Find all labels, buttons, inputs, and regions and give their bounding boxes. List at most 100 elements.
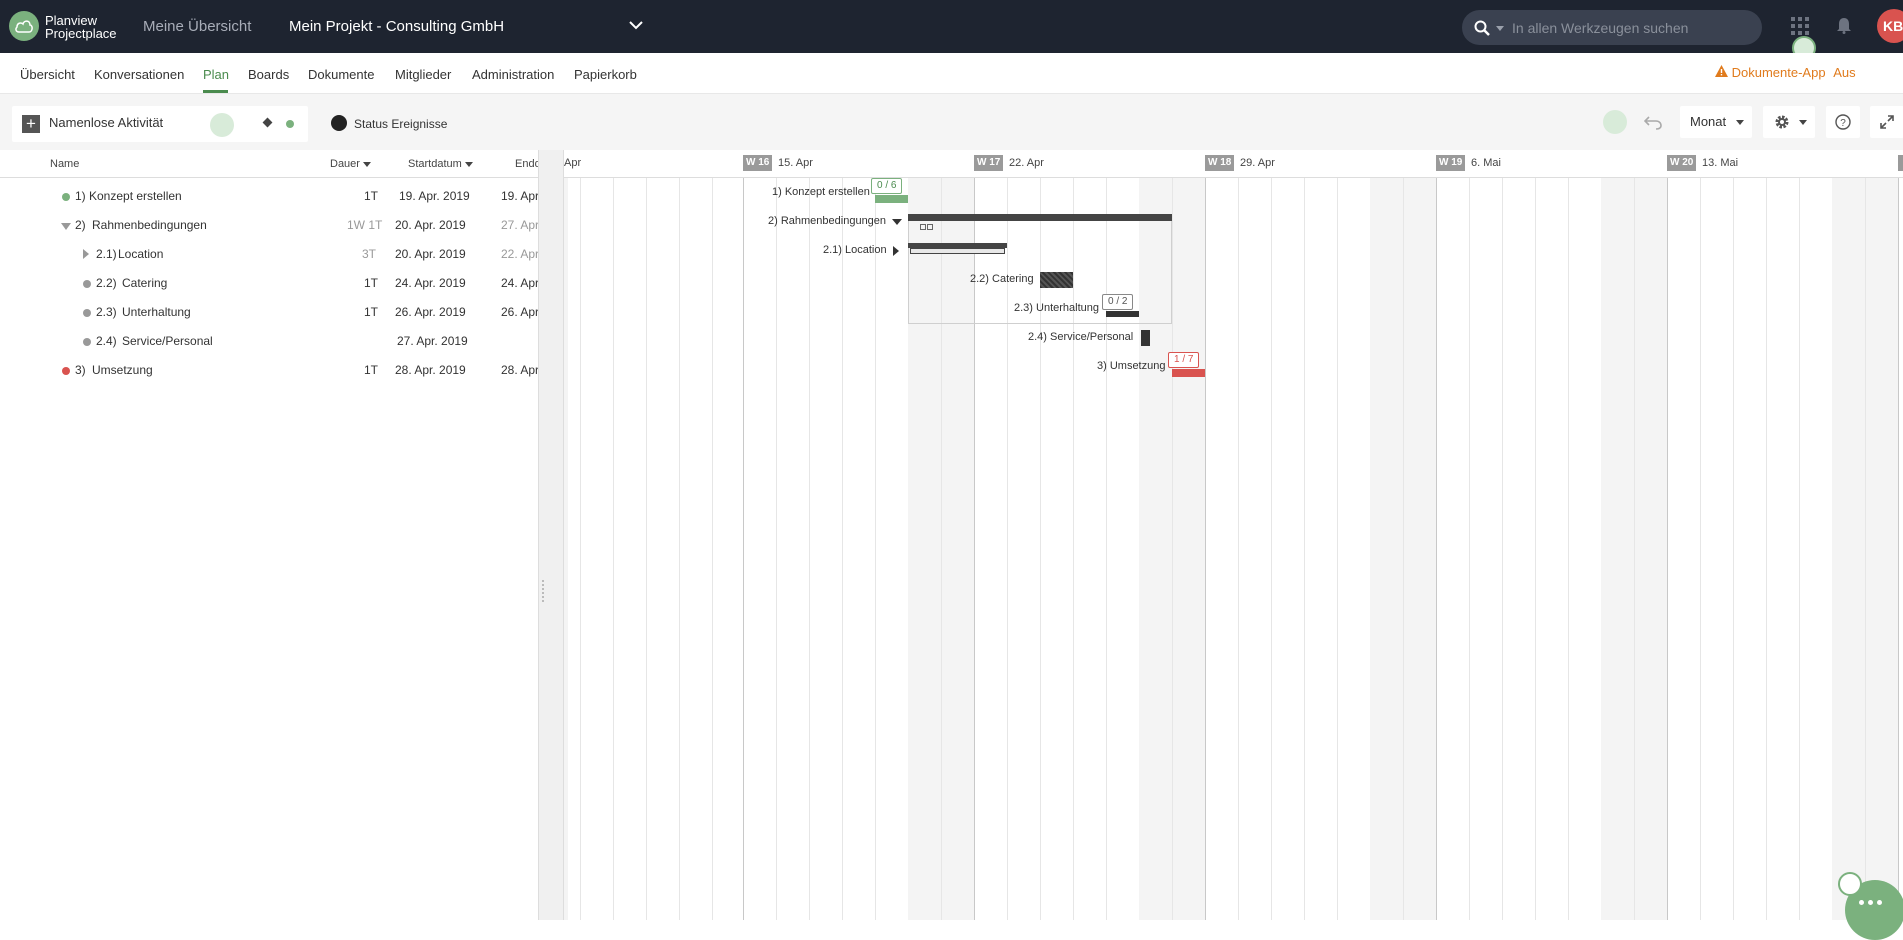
help-button[interactable]: ? [1826,106,1860,138]
column-end-header[interactable]: Enddatum [515,158,538,170]
tab-documents[interactable]: Dokumente [308,67,374,82]
status-dot[interactable] [83,338,91,346]
gantt-task-label[interactable]: 1) Konzept erstellen [772,186,870,198]
gantt-bar[interactable] [875,195,908,203]
table-row[interactable]: 2.1) Location 3T 20. Apr. 2019 22. Apr. [0,240,538,268]
gantt-bar[interactable] [1172,369,1205,377]
task-name[interactable]: Konzept erstellen [89,189,182,203]
task-name[interactable]: Catering [122,276,167,290]
task-start[interactable]: 20. Apr. 2019 [395,247,466,261]
table-row[interactable]: 2) Rahmenbedingungen 1W 1T 20. Apr. 2019… [0,211,538,239]
task-duration[interactable]: 1T [364,276,378,290]
column-name-header[interactable]: Name [50,158,79,170]
documents-app-warning[interactable]: Dokumente-App Aus [1715,65,1856,80]
tab-trash[interactable]: Papierkorb [574,67,637,82]
gantt-bar[interactable] [1106,311,1139,317]
expand-caret-icon[interactable] [83,249,89,259]
tab-boards[interactable]: Boards [248,67,289,82]
gantt-task-label[interactable]: 2.4) Service/Personal [1028,331,1133,343]
task-start[interactable]: 27. Apr. 2019 [397,334,468,348]
status-dot[interactable] [62,193,70,201]
task-name[interactable]: Umsetzung [92,363,153,377]
gantt-task-label[interactable]: 2) Rahmenbedingungen [768,215,886,227]
undo-icon[interactable] [1644,114,1662,130]
table-row[interactable]: 3) Umsetzung 1T 28. Apr. 2019 28. Apr. [0,356,538,384]
gantt-task-label[interactable]: 2.2) Catering [970,273,1034,285]
gantt-bar[interactable] [910,248,1005,254]
drag-handle-icon[interactable] [542,580,546,602]
chevron-down-icon[interactable] [628,17,644,33]
apps-grid-icon[interactable] [1791,17,1809,35]
checklist-badge[interactable]: 0 / 6 [871,178,903,194]
gantt-bar[interactable] [1040,272,1073,288]
tab-administration[interactable]: Administration [472,67,554,82]
task-start[interactable]: 20. Apr. 2019 [395,218,466,232]
gantt-task-label[interactable]: 2.1) Location [823,244,887,256]
collapse-caret-icon[interactable] [892,219,902,225]
task-end[interactable]: 19. Apr. [501,189,538,203]
gantt-milestone[interactable] [1141,330,1150,346]
task-name[interactable]: Unterhaltung [122,305,191,319]
my-overview-link[interactable]: Meine Übersicht [143,18,251,35]
task-duration[interactable]: 1T [364,363,378,377]
column-start-header[interactable]: Startdatum [408,158,473,170]
documents-app-state[interactable]: Aus [1833,65,1855,80]
task-end[interactable]: 28. Apr. [501,363,538,377]
onboarding-hotspot[interactable] [1838,872,1862,896]
gantt-task-label[interactable]: 2.3) Unterhaltung [1014,302,1099,314]
task-start[interactable]: 24. Apr. 2019 [395,276,466,290]
zoom-select[interactable]: Monat [1680,106,1752,138]
task-end[interactable]: 24. Apr. [501,276,538,290]
search-input[interactable]: In allen Werkzeugen suchen [1512,20,1688,36]
task-duration[interactable]: 1T [364,189,378,203]
bell-icon[interactable] [1836,16,1852,34]
search-scope-caret-icon[interactable] [1496,26,1504,31]
project-title[interactable]: Mein Projekt - Consulting GmbH [289,18,504,35]
sync-indicator[interactable] [1603,110,1627,134]
avatar[interactable]: KB [1877,9,1903,43]
add-activity-button[interactable]: + [22,115,40,133]
status-dot[interactable] [62,367,70,375]
table-row[interactable]: 2.3) Unterhaltung 1T 26. Apr. 2019 26. A… [0,298,538,326]
gantt-summary-bar[interactable] [908,214,1172,221]
tab-conversations[interactable]: Konversationen [94,67,184,82]
brand-name[interactable]: Planview Projectplace [45,14,117,40]
task-name[interactable]: Location [118,247,163,261]
status-dot[interactable] [83,280,91,288]
status-dot-icon[interactable] [286,120,294,128]
task-name[interactable]: Service/Personal [122,334,213,348]
settings-button[interactable] [1763,106,1815,138]
search-box[interactable]: In allen Werkzeugen suchen [1462,10,1762,45]
task-end[interactable]: 26. Apr. [501,305,538,319]
task-duration[interactable]: 1T [364,305,378,319]
checklist-badge[interactable]: 1 / 7 [1168,352,1200,368]
pane-splitter[interactable] [538,150,564,920]
collapse-caret-icon[interactable] [61,223,71,230]
task-start[interactable]: 26. Apr. 2019 [395,305,466,319]
column-duration-header[interactable]: Dauer [330,158,371,170]
tab-overview[interactable]: Übersicht [20,67,75,82]
milestone-icon[interactable] [262,117,273,128]
cloud-logo-icon[interactable] [9,11,39,41]
week-badge: W 19 [1436,155,1466,171]
gridline [1865,178,1866,920]
table-row[interactable]: 1) Konzept erstellen 1T 19. Apr. 2019 19… [0,182,538,210]
link-icon [920,224,926,230]
task-start[interactable]: 28. Apr. 2019 [395,363,466,377]
status-events-toggle[interactable] [331,115,347,131]
activity-toggle[interactable] [210,113,234,137]
checklist-badge[interactable]: 0 / 2 [1102,294,1134,310]
new-activity-input[interactable]: Namenlose Aktivität [49,115,163,130]
task-name[interactable]: Rahmenbedingungen [92,218,207,232]
gantt-task-label[interactable]: 3) Umsetzung [1097,360,1165,372]
expand-caret-icon[interactable] [893,246,899,256]
fullscreen-button[interactable] [1870,106,1903,138]
status-dot[interactable] [83,309,91,317]
grid-header: Name Dauer Startdatum Enddatum Apr W 16 … [0,150,1903,178]
task-start[interactable]: 19. Apr. 2019 [399,189,470,203]
tab-members[interactable]: Mitglieder [395,67,451,82]
tab-plan[interactable]: Plan [203,67,229,82]
task-duration: 3T [362,247,377,261]
table-row[interactable]: 2.4) Service/Personal 27. Apr. 2019 [0,327,538,355]
table-row[interactable]: 2.2) Catering 1T 24. Apr. 2019 24. Apr. [0,269,538,297]
